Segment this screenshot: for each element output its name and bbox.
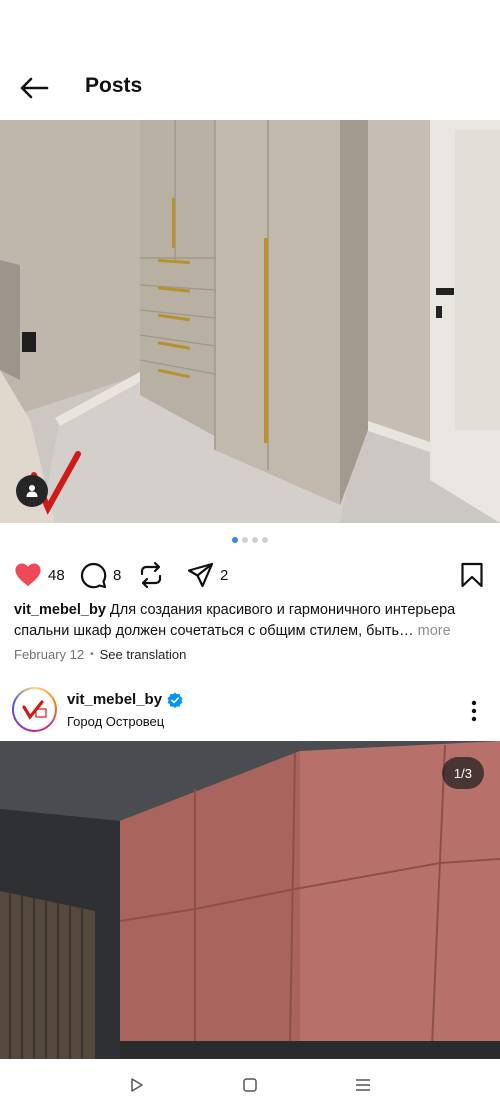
post-image-wardrobe[interactable] <box>0 120 500 523</box>
avatar[interactable] <box>12 687 57 732</box>
tagged-people-button[interactable] <box>16 475 48 507</box>
meta-separator: • <box>90 649 94 660</box>
post-username[interactable]: vit_mebel_by <box>67 691 183 708</box>
back-triangle-icon <box>130 1078 143 1092</box>
post-meta: February 12 • See translation <box>14 647 186 662</box>
nav-back-button[interactable] <box>117 1065 157 1105</box>
carousel-indicator <box>0 537 500 547</box>
post-date: February 12 <box>14 647 85 662</box>
like-button[interactable]: 48 <box>14 558 65 592</box>
nav-home-button[interactable] <box>230 1065 270 1105</box>
carousel-dot <box>252 537 258 543</box>
cabinets-photo <box>0 741 500 1059</box>
carousel-dot <box>262 537 268 543</box>
send-icon <box>187 562 214 588</box>
brand-logo-icon <box>21 699 47 720</box>
page-title: Posts <box>85 74 143 97</box>
comment-count: 8 <box>113 566 122 584</box>
nav-recents-button[interactable] <box>343 1065 383 1105</box>
system-nav-bar <box>0 1059 500 1111</box>
post-location[interactable]: Город Островец <box>67 714 164 729</box>
brand-logo <box>14 689 55 730</box>
share-button[interactable]: 2 <box>187 558 228 592</box>
home-square-icon <box>243 1078 257 1092</box>
wardrobe-photo <box>0 120 500 523</box>
see-translation-link[interactable]: See translation <box>100 647 187 662</box>
repost-button[interactable] <box>138 558 164 592</box>
carousel-dot <box>242 537 248 543</box>
repost-icon <box>140 561 162 589</box>
comment-icon <box>80 562 107 588</box>
more-options-button[interactable] <box>464 698 484 724</box>
person-icon <box>26 485 38 497</box>
post-header: vit_mebel_by Город Островец <box>0 684 500 740</box>
like-count: 48 <box>48 566 65 584</box>
image-counter-badge: 1/3 <box>441 757 484 789</box>
bookmark-icon <box>461 562 483 588</box>
kebab-menu-icon <box>471 700 477 722</box>
caption-more-link[interactable]: more <box>418 623 451 639</box>
top-header: Posts <box>0 0 500 120</box>
carousel-dot-active <box>232 537 238 543</box>
heart-filled-icon <box>15 563 41 586</box>
post-actions-bar: 48 8 2 <box>0 558 500 592</box>
verified-badge-icon <box>167 692 183 708</box>
comment-button[interactable]: 8 <box>80 558 121 592</box>
post-caption: vit_mebel_by Для создания красивого и га… <box>14 600 489 642</box>
share-count: 2 <box>220 566 229 584</box>
post-image-cabinets[interactable] <box>0 741 500 1059</box>
back-button[interactable] <box>14 70 54 106</box>
caption-username[interactable]: vit_mebel_by <box>14 602 106 618</box>
menu-lines-icon <box>356 1079 371 1091</box>
back-arrow-icon <box>20 77 49 99</box>
save-button[interactable] <box>460 558 484 592</box>
post-username-text: vit_mebel_by <box>67 691 163 708</box>
